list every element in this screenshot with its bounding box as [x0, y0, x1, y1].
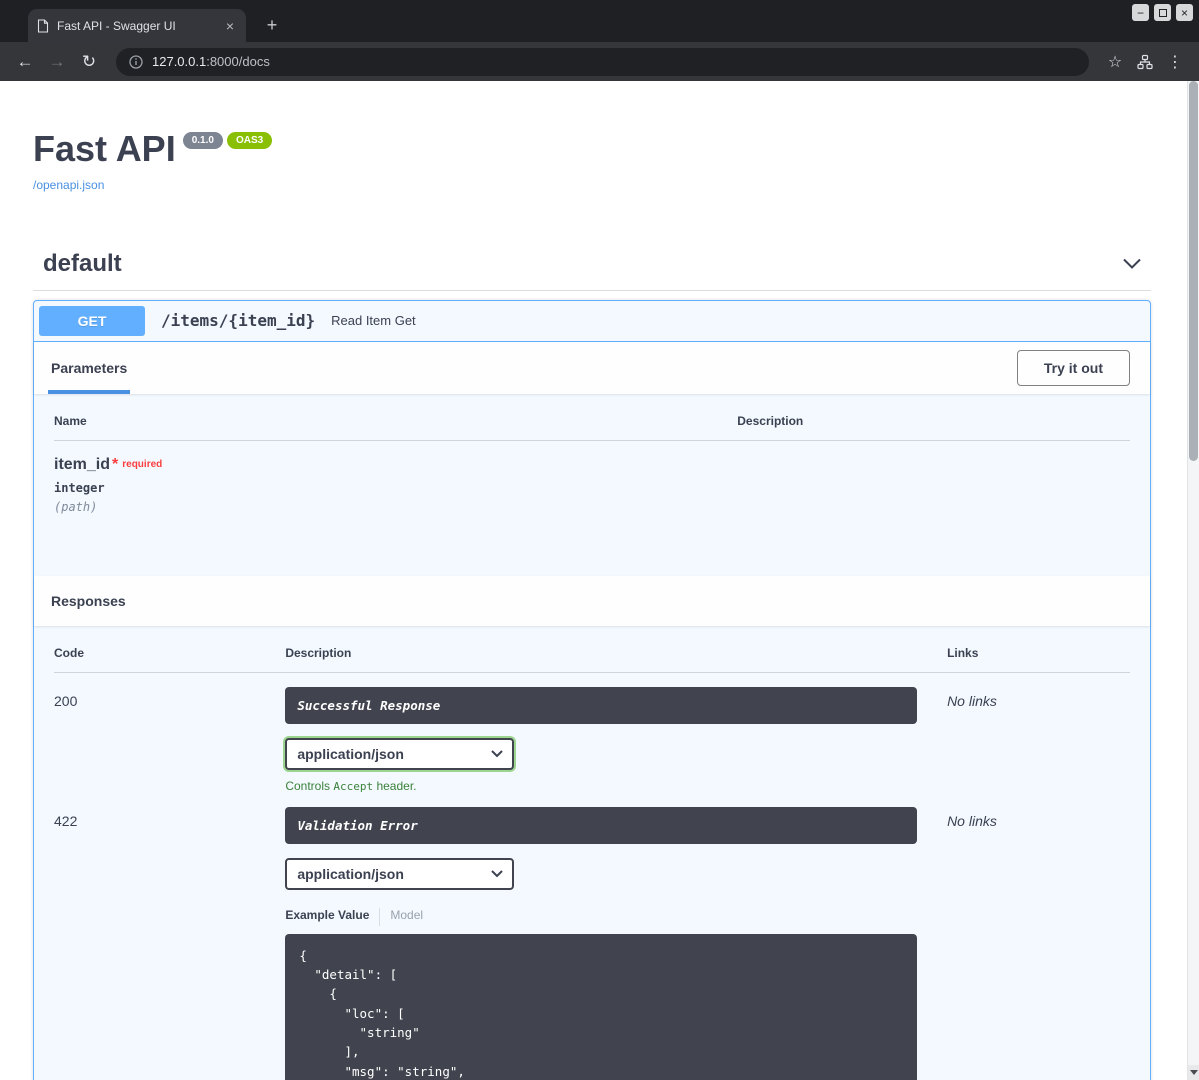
response-links: No links	[947, 687, 1130, 793]
back-button[interactable]: ←	[10, 47, 40, 77]
openapi-spec-link[interactable]: /openapi.json	[33, 178, 104, 192]
required-label: required	[122, 459, 162, 470]
maximize-icon	[1159, 9, 1167, 17]
tab-model[interactable]: Model	[379, 908, 433, 926]
tab-close-icon[interactable]: ×	[223, 18, 237, 34]
responses-section-header: Responses	[34, 576, 1150, 626]
response-code: 200	[54, 687, 285, 793]
operation-summary[interactable]: GET /items/{item_id} Read Item Get	[34, 301, 1150, 342]
required-star-icon: *	[112, 456, 118, 473]
url-host: 127.0.0.1	[152, 54, 206, 69]
browser-window: Fast API - Swagger UI × + − × ← → ↻ 127.…	[0, 0, 1199, 1080]
controls-prefix: Controls	[285, 779, 333, 793]
window-titlebar: Fast API - Swagger UI × + − ×	[0, 0, 1199, 42]
maximize-button[interactable]	[1154, 4, 1171, 21]
address-bar[interactable]: 127.0.0.1:8000/docs	[116, 48, 1089, 76]
api-info: Fast API 0.1.0OAS3 /openapi.json	[33, 129, 1151, 194]
reload-button[interactable]: ↻	[74, 47, 104, 77]
parameter-row: item_id* required integer (path)	[54, 441, 1130, 576]
response-row-200: 200 Successful Response application/json…	[54, 673, 1130, 793]
parameters-table: Name Description item_id* required intege…	[34, 394, 1150, 576]
window-controls: − ×	[1132, 4, 1193, 21]
browser-menu-icon[interactable]: ⋮	[1161, 48, 1189, 76]
tag-section-header[interactable]: default	[33, 240, 1151, 291]
bookmark-star-icon[interactable]: ☆	[1101, 48, 1129, 76]
new-tab-button[interactable]: +	[260, 13, 284, 37]
try-it-out-button[interactable]: Try it out	[1017, 350, 1130, 386]
close-button[interactable]: ×	[1176, 4, 1193, 21]
parameters-table-head: Name Description	[54, 414, 1130, 441]
scrollbar-thumb[interactable]	[1189, 81, 1198, 461]
example-model-tabs: Example Value Model	[285, 908, 947, 926]
chevron-down-icon[interactable]	[1123, 258, 1141, 269]
parameters-section-header: Parameters Try it out	[34, 342, 1150, 394]
parameter-name-text: item_id	[54, 456, 110, 473]
example-json-block: { "detail": [ { "loc": [ "string" ], "ms…	[285, 934, 917, 1080]
controls-code: Accept	[333, 780, 373, 793]
scroll-down-button[interactable]	[1188, 1065, 1199, 1080]
description-header: Description	[285, 646, 947, 660]
tab-groups-icon[interactable]	[1131, 48, 1159, 76]
tab-example-value[interactable]: Example Value	[285, 908, 379, 926]
operation-path: /items/{item_id}	[155, 311, 321, 330]
tab-parameters[interactable]: Parameters	[48, 342, 130, 394]
page-content: Fast API0.1.0OAS3 /openapi.json default …	[0, 81, 1199, 1080]
url-text: 127.0.0.1:8000/docs	[152, 54, 270, 69]
response-description-cell: Validation Error application/json Exampl…	[285, 807, 947, 1080]
response-description: Validation Error	[285, 807, 917, 844]
site-info-icon[interactable]	[129, 55, 143, 69]
oas3-badge: OAS3	[227, 132, 272, 149]
page-scrollbar[interactable]	[1187, 81, 1199, 1080]
http-method-badge: GET	[39, 306, 145, 336]
media-type-control: application/json	[285, 738, 514, 770]
response-code: 422	[54, 807, 285, 1080]
response-links: No links	[947, 807, 1130, 1080]
responses-table: Code Description Links 200 Successful Re…	[34, 626, 1150, 1080]
controls-accept-note: Controls Accept header.	[285, 779, 947, 793]
response-description: Successful Response	[285, 687, 917, 724]
forward-button[interactable]: →	[42, 47, 72, 77]
parameter-info: item_id* required integer (path)	[54, 456, 737, 514]
parameters-tab-label: Parameters	[51, 360, 127, 376]
page-icon	[37, 19, 49, 33]
api-badges: 0.1.0OAS3	[183, 132, 272, 149]
param-description-header: Description	[737, 414, 1130, 428]
scroll-down-arrow-icon	[1190, 1070, 1198, 1075]
media-type-select[interactable]: application/json	[285, 738, 514, 770]
operation-block-get: GET /items/{item_id} Read Item Get Param…	[33, 300, 1151, 1080]
hierarchy-icon	[1137, 54, 1153, 70]
browser-toolbar: ← → ↻ 127.0.0.1:8000/docs ☆ ⋮	[0, 42, 1199, 81]
api-title: Fast API	[33, 128, 176, 169]
responses-title: Responses	[48, 576, 126, 626]
param-name-header: Name	[54, 414, 737, 428]
links-header: Links	[947, 646, 1130, 660]
swagger-ui: Fast API0.1.0OAS3 /openapi.json default …	[0, 81, 1199, 1080]
parameter-location: (path)	[54, 500, 737, 514]
media-type-control: application/json	[285, 858, 514, 890]
minimize-button[interactable]: −	[1132, 4, 1149, 21]
parameter-type: integer	[54, 481, 737, 495]
version-badge: 0.1.0	[183, 132, 223, 149]
controls-suffix: header.	[373, 779, 416, 793]
operation-summary-text: Read Item Get	[331, 313, 416, 328]
tab-title: Fast API - Swagger UI	[57, 19, 215, 33]
code-header: Code	[54, 646, 285, 660]
responses-table-head: Code Description Links	[54, 646, 1130, 673]
browser-tab[interactable]: Fast API - Swagger UI ×	[28, 9, 246, 42]
url-path: :8000/docs	[206, 54, 270, 69]
media-type-select[interactable]: application/json	[285, 858, 514, 890]
parameter-name: item_id* required	[54, 456, 737, 474]
response-row-422: 422 Validation Error application/json Ex…	[54, 793, 1130, 1080]
tag-title: default	[43, 250, 122, 278]
parameter-description-cell	[737, 456, 1130, 514]
response-description-cell: Successful Response application/json Con…	[285, 687, 947, 793]
